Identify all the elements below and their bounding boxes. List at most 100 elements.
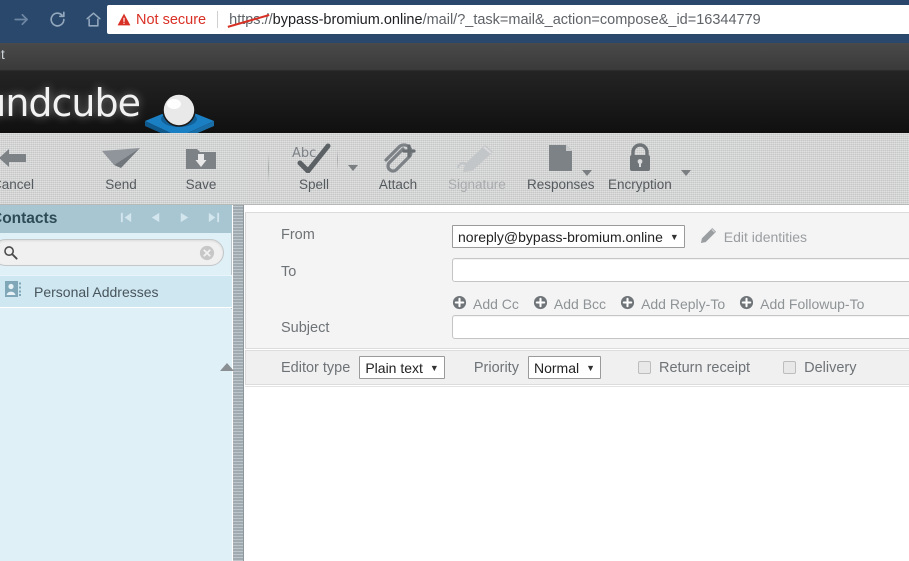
plus-circle-icon <box>533 295 548 313</box>
plus-circle-icon <box>620 295 635 313</box>
send-label: Send <box>105 177 137 192</box>
subject-input[interactable] <box>452 315 909 339</box>
contacts-header: Contacts <box>0 205 232 233</box>
delivery-notification-label: Delivery <box>804 359 857 376</box>
app-logo-text: oundcube <box>0 81 141 125</box>
encryption-button[interactable]: Encryption <box>608 141 672 199</box>
spell-dropdown-icon[interactable] <box>348 165 358 171</box>
responses-dropdown-icon[interactable] <box>582 170 592 176</box>
url-host: bypass-bromium.online <box>272 11 423 28</box>
forward-arrow-icon[interactable] <box>10 8 32 30</box>
home-icon[interactable] <box>82 8 104 30</box>
send-button[interactable]: Send <box>100 141 142 199</box>
cancel-button[interactable]: Cancel <box>0 141 34 199</box>
delivery-notification-checkbox[interactable] <box>783 361 797 374</box>
from-row: From <box>281 227 315 243</box>
subject-label: Subject <box>281 320 330 336</box>
search-icon <box>3 245 18 265</box>
encryption-dropdown-icon[interactable] <box>681 170 691 176</box>
compose-headers-box: From noreply@bypass-bromium.online ▼ Edi… <box>245 212 909 349</box>
from-identity-select[interactable]: noreply@bypass-bromium.online ▼ <box>452 225 685 248</box>
spell-divider <box>337 149 338 171</box>
logout-link[interactable]: out <box>0 47 5 62</box>
editor-type-select[interactable]: Plain text ▼ <box>359 356 445 379</box>
return-receipt-label: Return receipt <box>659 359 751 376</box>
browser-nav-buttons <box>10 8 104 30</box>
compose-options-bar: Editor type Plain text ▼ Priority Normal… <box>220 350 909 385</box>
spellcheck-icon: Abc <box>290 141 338 175</box>
contacts-group-label: Personal Addresses <box>34 283 159 300</box>
app-taskbar: out <box>0 43 909 71</box>
address-book-icon <box>4 280 22 303</box>
contacts-empty-area <box>0 309 232 561</box>
compose-pane: From noreply@bypass-bromium.online ▼ Edi… <box>220 205 909 561</box>
message-body-area[interactable] <box>245 386 909 561</box>
encryption-label: Encryption <box>608 177 672 192</box>
reload-icon[interactable] <box>46 8 68 30</box>
edit-identities-label: Edit identities <box>723 228 808 245</box>
return-receipt-checkbox[interactable] <box>638 361 652 374</box>
omnibox-divider <box>217 11 219 28</box>
responses-label: Responses <box>527 177 595 192</box>
priority-label: Priority <box>473 359 519 376</box>
save-label: Save <box>185 177 217 192</box>
edit-identities-link[interactable]: Edit identities <box>700 227 807 247</box>
last-page-icon[interactable] <box>207 211 220 224</box>
add-cc-label: Add Cc <box>473 296 519 312</box>
prev-page-icon[interactable] <box>149 211 162 224</box>
to-input[interactable] <box>452 258 909 282</box>
attach-label: Attach <box>378 177 418 192</box>
contacts-pager <box>120 211 220 224</box>
security-status-label: Not secure <box>136 11 207 28</box>
sidebar-splitter[interactable] <box>233 205 244 561</box>
url-path: /mail/?_task=mail&_action=compose&_id=16… <box>422 11 761 28</box>
spell-label: Spell <box>298 177 330 192</box>
url-scheme: https <box>229 11 261 28</box>
compose-toolbar: Cancel Send Save Abc Spell At <box>0 133 909 205</box>
next-page-icon[interactable] <box>178 211 191 224</box>
from-identity-value: noreply@bypass-bromium.online <box>458 228 663 245</box>
to-label: To <box>281 264 297 280</box>
contacts-search-box[interactable] <box>0 239 224 266</box>
roundcube-logo-icon <box>140 83 218 133</box>
add-bcc-link[interactable]: Add Bcc <box>533 295 606 313</box>
add-cc-link[interactable]: Add Cc <box>452 295 519 313</box>
chevron-down-icon: ▼ <box>429 362 439 373</box>
priority-select[interactable]: Normal ▼ <box>527 356 602 379</box>
back-arrow-icon <box>0 141 30 175</box>
from-controls: noreply@bypass-bromium.online ▼ Edit ide… <box>452 225 807 248</box>
cancel-label: Cancel <box>0 177 35 192</box>
recipient-add-links: Add Cc Add Bcc Add Reply-To Add Followup… <box>452 295 864 313</box>
from-label: From <box>281 227 315 243</box>
save-button[interactable]: Save <box>184 141 218 199</box>
lock-icon <box>624 141 656 175</box>
contacts-group-list: Personal Addresses <box>0 275 232 308</box>
browser-chrome: Not secure https://bypass-bromium.online… <box>0 0 909 39</box>
chevron-down-icon: ▼ <box>669 231 679 242</box>
contacts-group-item[interactable]: Personal Addresses <box>0 275 232 308</box>
priority-value: Normal <box>533 359 580 376</box>
collapse-up-icon[interactable] <box>219 360 235 378</box>
attach-button[interactable]: Attach <box>377 141 419 199</box>
paperclip-plus-icon <box>377 141 419 175</box>
signature-button[interactable]: Signature <box>448 141 506 199</box>
svg-text:Abc: Abc <box>292 146 316 161</box>
contacts-search-input[interactable] <box>0 245 223 260</box>
add-reply-to-link[interactable]: Add Reply-To <box>620 295 725 313</box>
contacts-sidebar: Contacts <box>0 205 232 561</box>
document-icon <box>545 141 577 175</box>
clear-circle-icon[interactable] <box>199 245 215 266</box>
to-row: To <box>281 264 296 280</box>
spell-button[interactable]: Abc Spell <box>290 141 338 199</box>
add-followup-to-label: Add Followup-To <box>760 296 865 312</box>
add-followup-to-link[interactable]: Add Followup-To <box>739 295 864 313</box>
add-reply-to-label: Add Reply-To <box>641 296 726 312</box>
delivery-notification-option: Delivery <box>783 360 856 376</box>
plus-circle-icon <box>452 295 467 313</box>
address-bar[interactable]: Not secure https://bypass-bromium.online… <box>107 5 909 34</box>
pencil-icon <box>700 227 717 247</box>
chevron-down-icon: ▼ <box>586 362 596 373</box>
first-page-icon[interactable] <box>120 211 133 224</box>
toolbar-divider <box>268 153 269 183</box>
return-receipt-option: Return receipt <box>638 360 750 376</box>
